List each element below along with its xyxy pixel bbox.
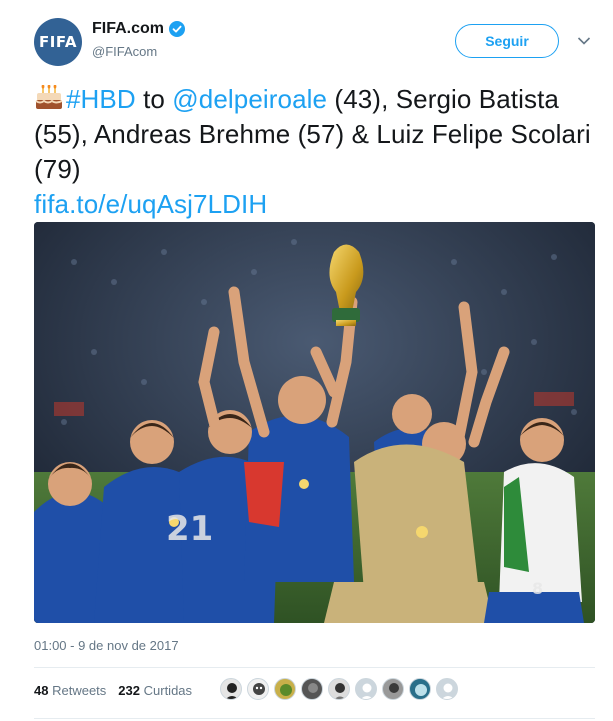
avatar[interactable]: FIFA: [34, 18, 82, 66]
retweets-count: 48: [34, 683, 49, 698]
likers-avatars: [220, 678, 458, 700]
liker-avatar[interactable]: [436, 678, 458, 700]
verified-badge-icon: [169, 21, 186, 37]
user-handle: @FIFAcom: [92, 44, 158, 59]
liker-avatar[interactable]: [247, 678, 269, 700]
svg-text:8: 8: [532, 579, 543, 598]
tweet-stats: 48 Retweets 232 Curtidas: [34, 683, 192, 698]
avatar-text: FIFA: [39, 33, 77, 51]
display-name: FIFA.com: [92, 20, 165, 37]
birthday-cake-icon: [35, 85, 63, 109]
divider: [34, 667, 595, 668]
liker-avatar[interactable]: [355, 678, 377, 700]
follow-button[interactable]: Seguir: [455, 24, 559, 58]
liker-avatar[interactable]: [328, 678, 350, 700]
tweet-card: FIFA FIFA.com @FIFAcom Seguir #HBD to @d…: [0, 0, 613, 721]
retweets-label: Retweets: [52, 683, 107, 698]
tweet-text-segment: to: [135, 84, 173, 114]
svg-text:21: 21: [166, 509, 213, 549]
tweet-timestamp[interactable]: 01:00 - 9 de nov de 2017: [34, 638, 179, 653]
photo-illustration: 21 8: [34, 222, 595, 623]
retweets-stat[interactable]: 48 Retweets: [34, 683, 106, 698]
likes-stat[interactable]: 232 Curtidas: [118, 683, 192, 698]
liker-avatar[interactable]: [382, 678, 404, 700]
likes-count: 232: [118, 683, 140, 698]
url-link[interactable]: fifa.to/e/uqAsj7LDIH: [34, 189, 267, 219]
tweet-photo[interactable]: 21 8: [34, 222, 595, 623]
liker-avatar[interactable]: [301, 678, 323, 700]
likes-label: Curtidas: [143, 683, 193, 698]
display-name-row: FIFA.com: [92, 20, 186, 38]
chevron-down-icon[interactable]: [577, 36, 591, 46]
tweet-text: #HBD to @delpeiroale (43), Sergio Batist…: [34, 82, 604, 222]
divider: [34, 718, 595, 719]
author-names[interactable]: FIFA.com @FIFAcom: [92, 20, 186, 59]
liker-avatar[interactable]: [220, 678, 242, 700]
hashtag-link[interactable]: #HBD: [66, 84, 136, 114]
mention-link[interactable]: @delpeiroale: [172, 84, 327, 114]
liker-avatar[interactable]: [409, 678, 431, 700]
liker-avatar[interactable]: [274, 678, 296, 700]
